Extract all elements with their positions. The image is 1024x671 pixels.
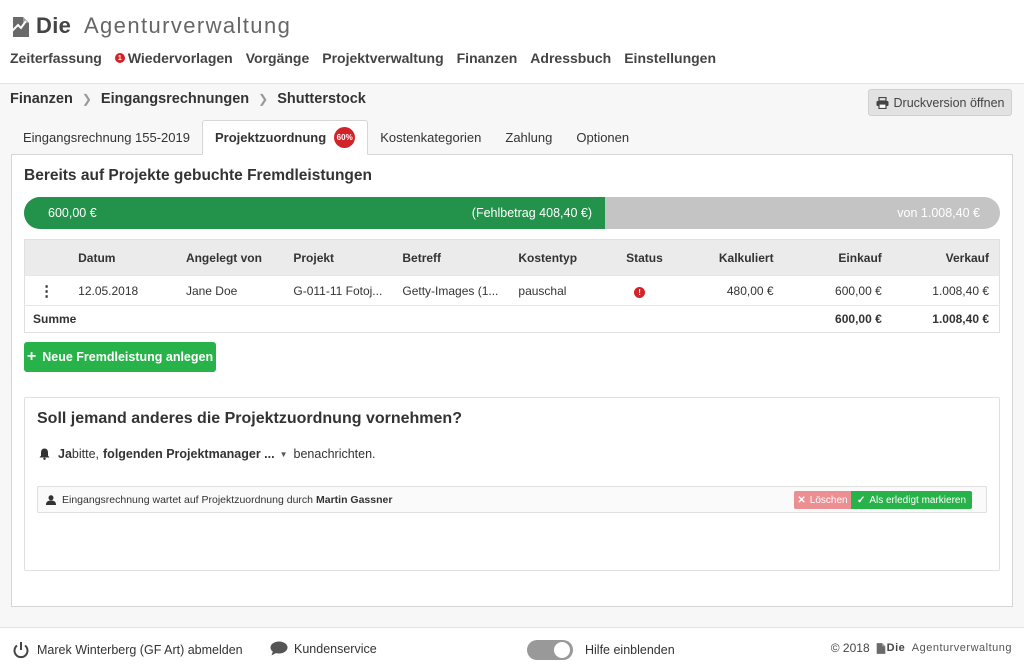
app-logo[interactable]: Die Agenturverwaltung — [10, 9, 291, 43]
chat-bubble-icon — [270, 641, 288, 656]
cell-verkauf: 1.008,40 € — [891, 275, 1000, 306]
main-nav: Zeiterfassung 1 Wiedervorlagen Vorgänge P… — [10, 50, 729, 66]
caret-down-icon[interactable]: ▼ — [280, 450, 288, 459]
logo-icon — [10, 17, 29, 37]
breadcrumb: Finanzen ❯ Eingangsrechnungen ❯ Shutters… — [10, 90, 366, 108]
fremdleistungen-table: Datum Angelegt von Projekt Betreff Koste… — [24, 239, 1000, 333]
cell-datum: 12.05.2018 — [68, 275, 176, 306]
nav-wiedervorlagen[interactable]: 1 Wiedervorlagen — [114, 50, 233, 66]
cell-einkauf: 600,00 € — [783, 275, 892, 306]
notify-bitte: bitte, — [71, 447, 100, 461]
table-row[interactable]: ⋮ 12.05.2018 Jane Doe G-011-11 Fotoj... … — [24, 275, 1000, 306]
tab-projektzuordnung[interactable]: Projektzuordnung 60% — [201, 120, 369, 155]
breadcrumb-eingangsrechnungen[interactable]: Eingangsrechnungen — [101, 91, 249, 107]
waiting-text: Eingangsrechnung wartet auf Projektzuord… — [62, 493, 313, 506]
col-status[interactable]: Status — [616, 239, 676, 276]
delete-button[interactable]: ✕ Löschen — [794, 491, 851, 509]
help-label: Hilfe einblenden — [585, 643, 675, 657]
notification-badge: 1 — [114, 53, 125, 63]
progress-total: von 1.008,40 € — [897, 206, 980, 220]
col-kalkuliert[interactable]: Kalkuliert — [675, 239, 784, 276]
col-kostentyp[interactable]: Kostentyp — [508, 239, 617, 276]
cell-projekt[interactable]: G-011-11 Fotoj... — [283, 275, 393, 306]
tab-eingangsrechnung[interactable]: Eingangsrechnung 155-2019 — [11, 120, 202, 155]
chevron-right-icon: ❯ — [81, 92, 92, 106]
copyright: © 2018 Die Agenturverwaltung — [830, 641, 1012, 655]
notify-ja: Ja — [58, 447, 72, 461]
tab-zahlung[interactable]: Zahlung — [493, 120, 564, 155]
col-actions — [24, 239, 69, 276]
nav-projektverwaltung[interactable]: Projektverwaltung — [322, 50, 443, 66]
col-betreff[interactable]: Betreff — [392, 239, 509, 276]
mark-done-button[interactable]: ✓ Als erledigt markieren — [851, 491, 972, 509]
footer: Marek Winterberg (GF Art) abmelden Kunde… — [0, 627, 1024, 671]
cell-kostentyp: pauschal — [508, 275, 617, 306]
logo-text: Die Agenturverwaltung — [36, 13, 292, 38]
progress-shortfall: (Fehlbetrag 408,40 €) — [471, 206, 592, 220]
support-link[interactable]: Kundenservice — [270, 641, 377, 656]
booking-progress-bar: 600,00 € (Fehlbetrag 408,40 €) von 1.008… — [24, 197, 1000, 229]
assignment-title: Soll jemand anderes die Projektzuordnung… — [37, 410, 462, 427]
notify-line: Ja bitte, folgenden Projektmanager ... ▼… — [39, 447, 376, 461]
sum-label: Summe — [24, 305, 784, 333]
chevron-right-icon: ❯ — [258, 92, 269, 106]
projektmanager-dropdown[interactable]: folgenden Projektmanager ... — [103, 447, 275, 461]
power-icon — [13, 642, 29, 659]
tab-panel: Bereits auf Projekte gebuchte Fremdleist… — [11, 154, 1013, 607]
col-datum[interactable]: Datum — [68, 239, 176, 276]
bell-icon — [39, 448, 50, 460]
sum-einkauf: 600,00 € — [783, 305, 892, 333]
tab-kostenkategorien[interactable]: Kostenkategorien — [368, 120, 493, 155]
help-toggle[interactable] — [527, 640, 573, 660]
cell-angelegt-von: Jane Doe — [175, 275, 284, 306]
assignment-panel: Soll jemand anderes die Projektzuordnung… — [24, 397, 1000, 571]
col-einkauf[interactable]: Einkauf — [783, 239, 892, 276]
section-title: Bereits auf Projekte gebuchte Fremdleist… — [24, 167, 372, 184]
waiting-person: Martin Gassner — [316, 493, 393, 506]
table-sum-row: Summe 600,00 € 1.008,40 € — [24, 305, 1000, 333]
progress-badge: 60% — [334, 127, 356, 148]
footer-logo: Die Agenturverwaltung — [875, 641, 1012, 655]
nav-adressbuch[interactable]: Adressbuch — [530, 50, 611, 66]
logout-link[interactable]: Marek Winterberg (GF Art) abmelden — [12, 641, 243, 659]
logo-icon — [876, 643, 885, 654]
error-icon[interactable]: ! — [634, 286, 646, 298]
nav-finanzen[interactable]: Finanzen — [457, 50, 518, 66]
waiting-notice: Eingangsrechnung wartet auf Projektzuord… — [37, 486, 987, 513]
add-fremdleistung-button[interactable]: + Neue Fremdleistung anlegen — [24, 342, 216, 372]
progress-booked-amount: 600,00 € — [48, 206, 97, 220]
notify-suffix: benachrichten. — [293, 447, 376, 461]
nav-zeiterfassung[interactable]: Zeiterfassung — [10, 50, 102, 66]
col-projekt[interactable]: Projekt — [283, 239, 393, 276]
col-verkauf[interactable]: Verkauf — [891, 239, 1000, 276]
tab-optionen[interactable]: Optionen — [564, 120, 641, 155]
tab-bar: Eingangsrechnung 155-2019 Projektzuordnu… — [11, 120, 641, 155]
print-button[interactable]: Druckversion öffnen — [868, 89, 1012, 116]
more-vertical-icon[interactable]: ⋮ — [39, 283, 54, 300]
check-icon: ✓ — [856, 494, 866, 506]
help-toggle-group: Hilfe einblenden — [527, 640, 675, 660]
table-header-row: Datum Angelegt von Projekt Betreff Koste… — [24, 239, 1000, 276]
user-icon — [46, 494, 56, 505]
row-menu[interactable]: ⋮ — [24, 275, 69, 306]
breadcrumb-finanzen[interactable]: Finanzen — [10, 91, 73, 107]
nav-einstellungen[interactable]: Einstellungen — [624, 50, 716, 66]
plus-icon: + — [26, 348, 37, 365]
cell-status: ! — [616, 275, 676, 306]
cell-betreff: Getty-Images (1... — [392, 275, 509, 306]
close-icon: ✕ — [797, 494, 806, 506]
col-angelegt-von[interactable]: Angelegt von — [175, 239, 284, 276]
cell-kalkuliert: 480,00 € — [675, 275, 784, 306]
nav-vorgaenge[interactable]: Vorgänge — [246, 50, 310, 66]
top-bar: Die Agenturverwaltung Zeiterfassung 1 Wie… — [0, 0, 1024, 84]
breadcrumb-shutterstock: Shutterstock — [277, 91, 366, 107]
printer-icon — [876, 96, 889, 109]
sum-verkauf: 1.008,40 € — [891, 305, 1000, 333]
